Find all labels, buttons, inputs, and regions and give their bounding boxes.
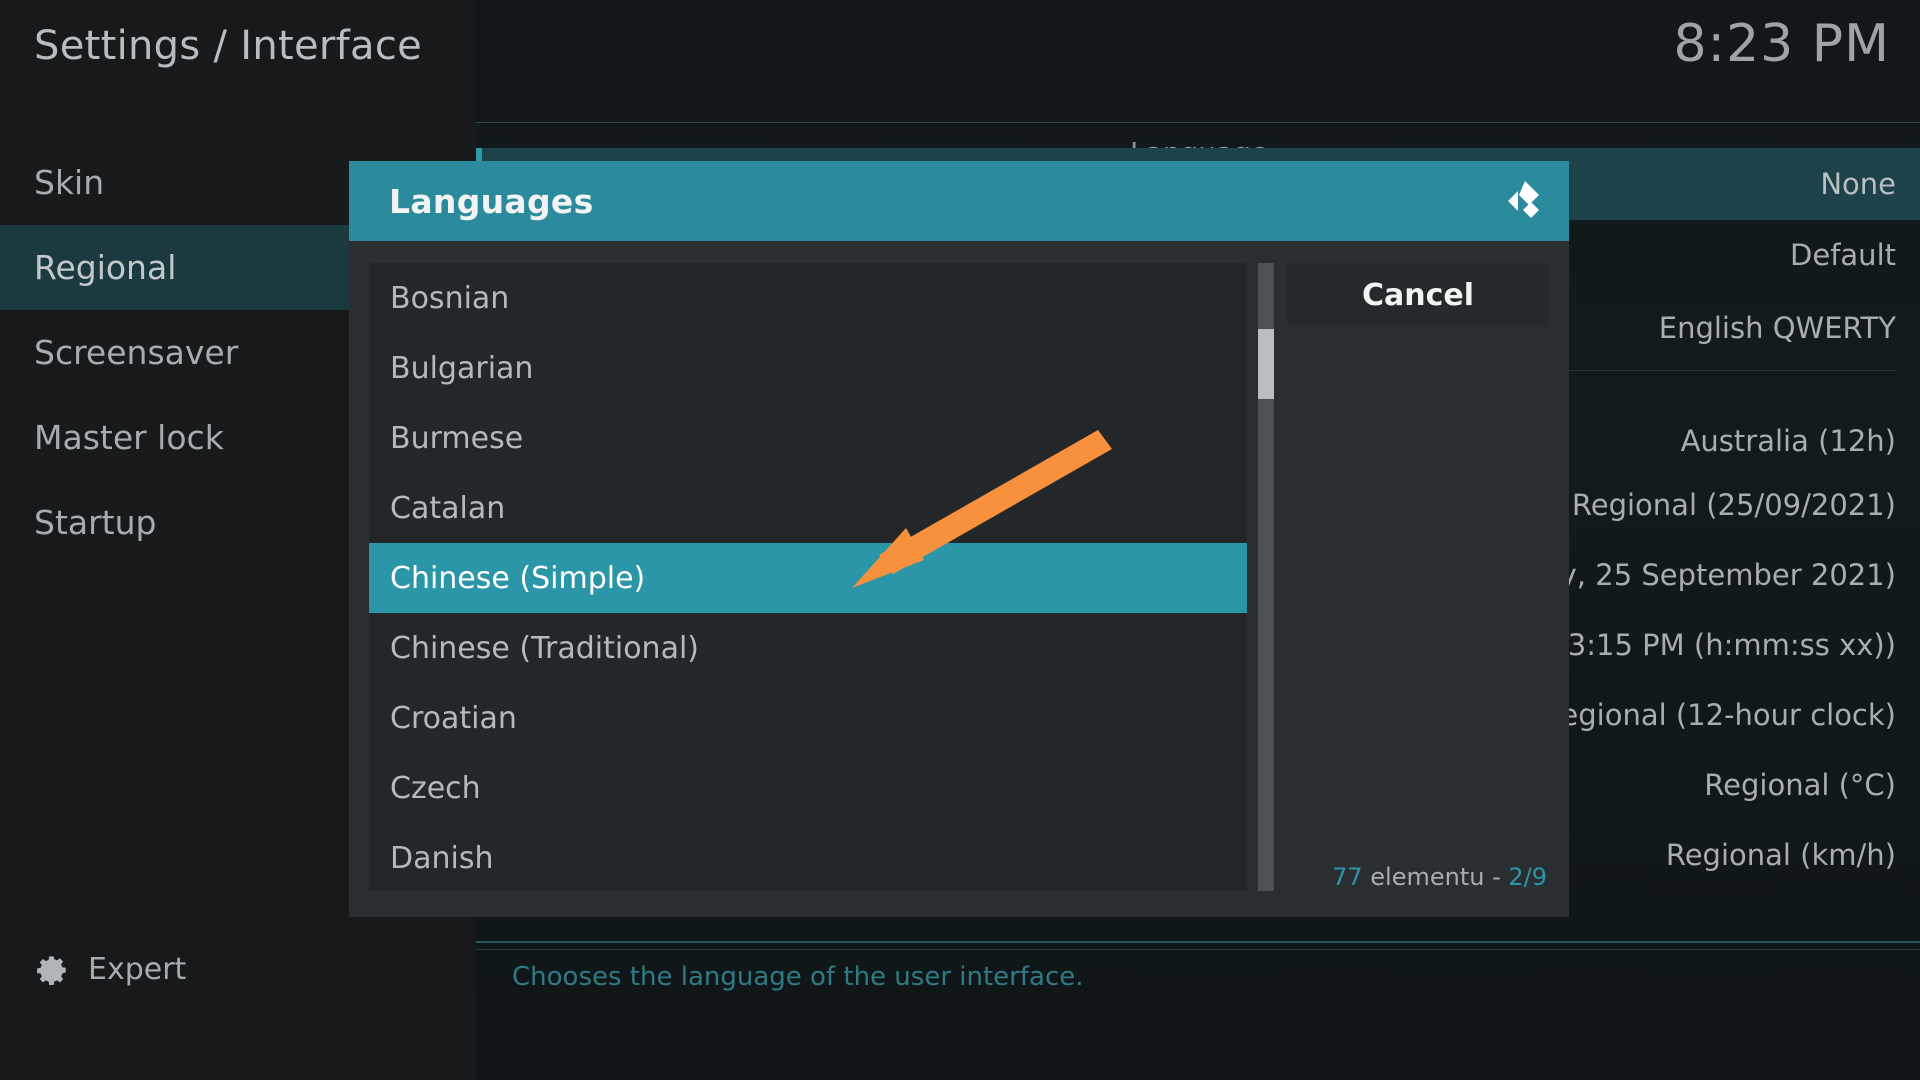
list-item[interactable]: Burmese [369, 403, 1247, 473]
content-top-divider [476, 122, 1920, 123]
settings-row-value: 23:15 PM (h:mm:ss xx)) [1549, 628, 1896, 662]
pagination-unit: elementu [1370, 863, 1485, 891]
pagination-count: 77 [1332, 863, 1363, 891]
list-item-label: Bulgarian [390, 350, 534, 386]
list-item[interactable]: Catalan [369, 473, 1247, 543]
sidebar-item-label: Skin [34, 163, 105, 202]
dialog-title: Languages [389, 181, 594, 221]
gear-icon [37, 955, 66, 985]
cancel-button[interactable]: Cancel [1287, 263, 1549, 327]
list-item-label: Burmese [390, 420, 524, 456]
list-item[interactable]: Bosnian [369, 263, 1247, 333]
sidebar-item-label: Screensaver [34, 333, 239, 372]
list-item-label: Bosnian [390, 280, 510, 316]
settings-row-value: y, 25 September 2021) [1559, 558, 1896, 592]
list-item-label: Catalan [390, 490, 506, 526]
list-item-label: Danish [390, 840, 494, 876]
settings-row-value: Australia (12h) [1680, 424, 1896, 458]
list-item[interactable]: Croatian [369, 683, 1247, 753]
page-title: Settings / Interface [34, 23, 423, 69]
clock: 8:23 PM [1673, 14, 1890, 74]
list-item-selected[interactable]: Chinese (Simple) [369, 543, 1247, 613]
list-item[interactable]: Bulgarian [369, 333, 1247, 403]
dialog-side-panel: Cancel 77 elementu - 2/9 [1287, 263, 1549, 891]
kodi-settings-screen: Settings / Interface 8:23 PM Skin Region… [0, 0, 1920, 1080]
pagination-status: 77 elementu - 2/9 [1332, 863, 1547, 891]
sidebar-item-label: Regional [34, 248, 177, 287]
list-item[interactable]: Chinese (Traditional) [369, 613, 1247, 683]
scrollbar-thumb[interactable] [1258, 329, 1274, 399]
pagination-separator: - [1484, 863, 1509, 891]
list-item[interactable]: Czech [369, 753, 1247, 823]
list-item-label: Chinese (Simple) [390, 560, 646, 596]
list-item[interactable]: Danish [369, 823, 1247, 891]
settings-row-value: None [1820, 167, 1896, 201]
description-top-divider [476, 941, 1920, 943]
list-item-label: Czech [390, 770, 481, 806]
settings-row-value: egional (12-hour clock) [1560, 698, 1896, 732]
expert-level-button[interactable]: Expert [36, 952, 186, 987]
description-top-divider-2 [476, 949, 1920, 950]
kodi-logo-icon [1508, 181, 1539, 218]
pagination-position: 2/9 [1508, 863, 1547, 891]
language-list[interactable]: Bosnian Bulgarian Burmese Catalan Chines… [369, 263, 1247, 891]
dialog-body: Bosnian Bulgarian Burmese Catalan Chines… [349, 241, 1569, 917]
languages-dialog: Languages Bosnian Bulgarian Burmese Cata… [349, 161, 1569, 917]
settings-row-value: Default [1790, 238, 1896, 272]
list-item-label: Croatian [390, 700, 517, 736]
settings-row-value: Regional (°C) [1704, 768, 1896, 802]
settings-row-value: English QWERTY [1658, 311, 1896, 345]
settings-row-value: Regional (km/h) [1665, 838, 1896, 872]
dialog-header: Languages [349, 161, 1569, 241]
sidebar-item-label: Startup [34, 503, 157, 542]
setting-description: Chooses the language of the user interfa… [512, 962, 1084, 992]
list-item-label: Chinese (Traditional) [390, 630, 699, 666]
expert-level-label: Expert [88, 952, 187, 987]
settings-row-value: Regional (25/09/2021) [1571, 488, 1896, 522]
sidebar-item-label: Master lock [34, 418, 224, 457]
